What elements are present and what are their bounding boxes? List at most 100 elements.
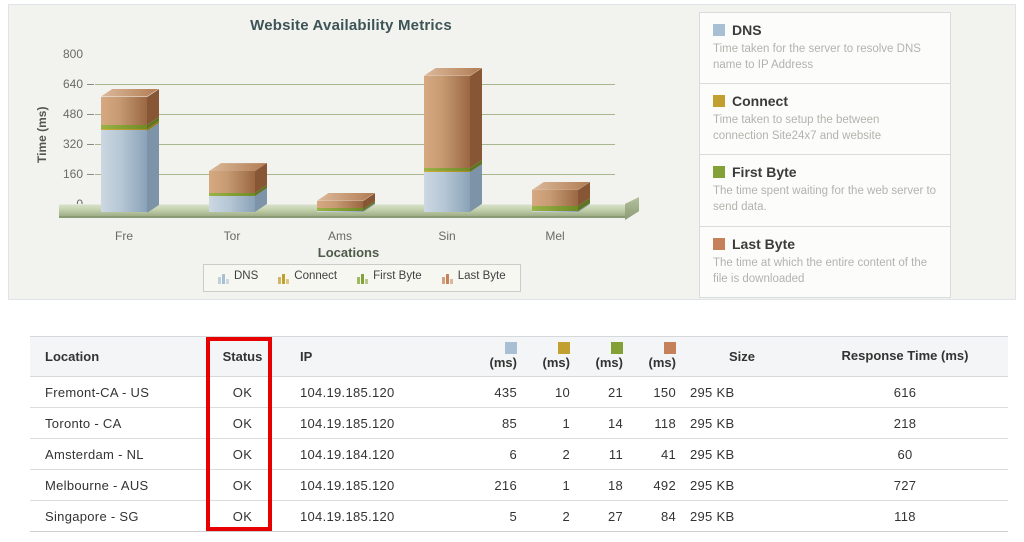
chart-floor-cap [625, 197, 639, 220]
cell-connect: 2 [562, 508, 570, 524]
column-header-location: Location [45, 349, 100, 364]
x-tick-label-sin: Sin [438, 229, 456, 243]
segment-dns [101, 130, 147, 212]
y-tick-label-800: 800 [62, 47, 83, 61]
cell-location: Melbourne - AUS [45, 477, 149, 493]
cell-location: Toronto - CA [45, 415, 122, 431]
cell-ip: 104.19.185.120 [300, 384, 395, 400]
y-tick-label-480: 480 [62, 107, 83, 121]
cell-ip: 104.19.185.120 [300, 477, 395, 493]
y-tick-mark [87, 144, 94, 145]
cell-first-byte: 27 [607, 508, 623, 524]
dns-color-swatch [713, 24, 725, 36]
cell-size: 295 KB [690, 415, 735, 431]
dns-mini-bar-icon [218, 273, 229, 284]
legend-item-first-byte[interactable]: First Byte [357, 271, 422, 284]
table-row-singapore-sg: Singapore - SG OK 104.19.185.120 5 2 27 84 295 … [30, 500, 1008, 532]
bar-fre[interactable] [101, 88, 159, 212]
column-header-first-byte: (ms) [576, 337, 629, 377]
segment-last-byte [209, 171, 255, 194]
cell-response-time: 60 [897, 446, 913, 462]
bar-side-face [470, 67, 482, 212]
bar-ams[interactable] [317, 192, 375, 212]
info-card-description: The time spent waiting for the web serve… [713, 185, 937, 214]
info-card-connect: Connect Time taken to setup the between c… [699, 83, 951, 156]
dns-column-swatch [505, 341, 517, 354]
cell-last-byte: 84 [660, 508, 676, 524]
segment-last-byte [532, 189, 578, 206]
info-card-first-byte: First Byte The time spent waiting for the… [699, 154, 951, 227]
cell-first-byte: 14 [607, 415, 623, 431]
table-row-toronto-ca: Toronto - CA OK 104.19.185.120 85 1 14 118 295 … [30, 407, 1008, 439]
connect-mini-bar-icon [278, 273, 290, 284]
legend-item-connect[interactable]: Connect [278, 271, 337, 284]
bar-sin[interactable] [424, 67, 482, 212]
locations-table: Location Status IP (ms) (ms) (ms) (ms) Size Resp… [30, 336, 1008, 532]
cell-connect: 10 [554, 384, 570, 400]
column-header-status: Status [222, 349, 263, 364]
connect-column-swatch [558, 341, 570, 354]
y-tick-mark [87, 174, 94, 175]
segment-last-byte [424, 75, 470, 168]
info-card-description: Time taken for the server to resolve DNS… [713, 43, 921, 72]
cell-ip: 104.19.184.120 [300, 446, 395, 462]
bar-mel[interactable] [532, 181, 590, 212]
cell-response-time: 218 [893, 415, 917, 431]
ms-unit-label: (ms) [542, 354, 570, 370]
gridline-160 [95, 174, 615, 175]
table-row-fremont-ca-us: Fremont-CA - US OK 104.19.185.120 435 10 21 15… [30, 376, 1008, 408]
ms-unit-label: (ms) [648, 354, 676, 370]
legend-item-label: Last Byte [457, 270, 506, 283]
cell-dns: 435 [494, 384, 517, 400]
segment-dns [209, 196, 255, 212]
y-tick-label-640: 640 [62, 77, 83, 91]
response-time-header-text: Response Time (ms) [841, 348, 969, 364]
y-tick-mark [87, 84, 94, 85]
bar-front-face [532, 189, 578, 212]
x-tick-label-fre: Fre [115, 229, 133, 243]
cell-size: 295 KB [690, 508, 735, 524]
cell-status: OK [232, 446, 253, 462]
y-tick-label-320: 320 [62, 137, 83, 151]
chart-legend: DNS Connect First Byte Last Byte [203, 264, 521, 292]
info-card-title-text: DNS [732, 22, 762, 38]
cell-status: OK [232, 415, 253, 431]
bar-side-face [255, 163, 267, 212]
last-byte-color-swatch [713, 237, 725, 250]
ms-unit-label: (ms) [595, 354, 623, 370]
legend-item-last-byte[interactable]: Last Byte [441, 270, 506, 284]
cell-connect: 1 [562, 415, 570, 431]
cell-response-time: 727 [893, 477, 917, 493]
info-card-description: The time at which the entire content of … [713, 256, 928, 285]
gridline-320 [95, 144, 615, 145]
info-card-description: Time taken to setup the between connecti… [713, 114, 882, 143]
cell-status: OK [232, 508, 253, 524]
column-header-connect: (ms) [523, 337, 576, 377]
cell-location: Amsterdam - NL [45, 446, 144, 462]
column-header-size: Size [728, 349, 755, 364]
chart-panel: Website Availability Metrics Time (ms) 0… [8, 4, 1016, 300]
cell-location: Fremont-CA - US [45, 384, 150, 400]
connect-color-swatch [713, 95, 725, 108]
info-card-title: Connect [713, 93, 937, 109]
bar-tor[interactable] [209, 163, 267, 212]
bar-front-face [424, 75, 470, 212]
cell-location: Singapore - SG [45, 508, 139, 524]
y-tick-mark [87, 114, 94, 115]
locations-table-section: Location Status IP (ms) (ms) (ms) (ms) Size Resp… [30, 336, 1008, 532]
chart-title: Website Availability Metrics [250, 17, 452, 34]
cell-last-byte: 118 [654, 415, 676, 431]
x-axis-label: Locations [317, 245, 380, 260]
first-byte-column-swatch [611, 341, 623, 354]
segment-last-byte [101, 96, 147, 125]
cell-last-byte: 41 [660, 446, 676, 462]
cell-size: 295 KB [690, 384, 735, 400]
legend-item-dns[interactable]: DNS [218, 270, 259, 284]
gridline-480 [95, 114, 615, 115]
segment-side-dns [147, 122, 159, 212]
legend-item-label: DNS [234, 270, 259, 283]
segment-side-dns [470, 163, 482, 212]
cell-first-byte: 21 [607, 384, 623, 400]
cell-first-byte: 18 [607, 477, 623, 493]
x-tick-label-mel: Mel [545, 229, 565, 243]
